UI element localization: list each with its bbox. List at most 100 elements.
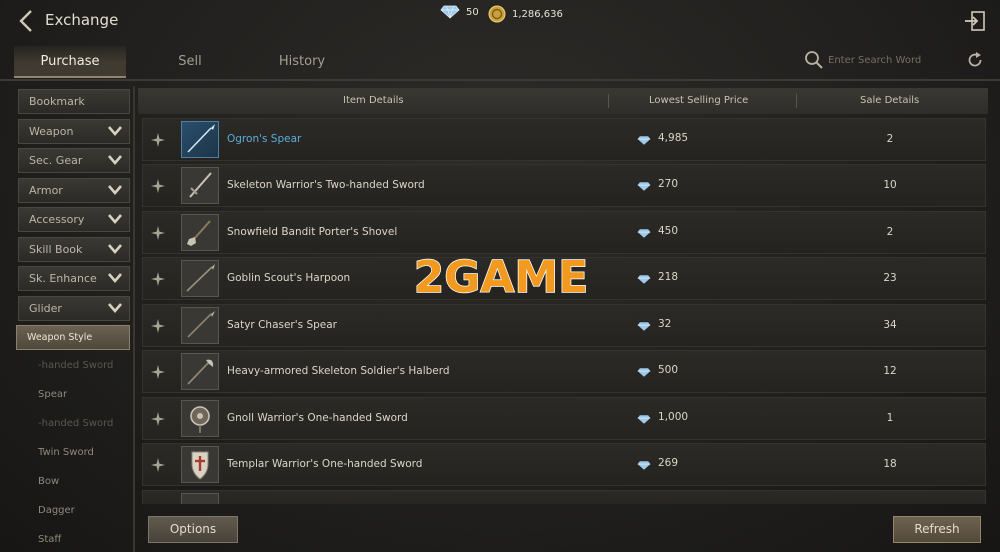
table-row[interactable]: [142, 489, 986, 504]
diamond-icon: [637, 275, 651, 284]
item-name: Templar Warrior's One-handed Sword: [227, 458, 423, 470]
subcategory-item[interactable]: Twin Sword: [18, 442, 130, 471]
halberd-icon: [187, 359, 214, 385]
sale-count: 18: [883, 458, 897, 470]
subcategory-item[interactable]: Bow: [18, 471, 130, 500]
diamond-count: 50: [466, 6, 479, 18]
bookmark-star-icon[interactable]: [151, 318, 165, 333]
category-label: Weapon: [29, 124, 74, 138]
subcategory-item[interactable]: Spear: [18, 384, 130, 413]
item-name: Gnoll Warrior's One-handed Sword: [227, 411, 408, 424]
item-price: 269: [658, 457, 679, 469]
category-label: Sk. Enhance: [29, 272, 97, 285]
item-thumbnail: [181, 446, 219, 483]
item-price: 270: [658, 178, 679, 190]
category-armor[interactable]: Armor: [18, 177, 130, 203]
item-name: Snowfield Bandit Porter's Shovel: [227, 225, 398, 238]
column-divider: [796, 94, 797, 108]
tab-history[interactable]: History: [246, 46, 358, 78]
item-price: 32: [658, 317, 672, 330]
top-bar: Exchange 50 1,286,636: [0, 0, 1000, 44]
chevron-down-icon: [108, 214, 122, 224]
item-thumbnail: [181, 167, 219, 204]
kite-shield-icon: [191, 451, 209, 480]
category-label: Sec. Gear: [29, 154, 83, 167]
table-row[interactable]: Skeleton Warrior's Two-handed Sword 270 …: [142, 164, 986, 207]
table-row[interactable]: Heavy-armored Skeleton Soldier's Halberd…: [142, 350, 986, 393]
category-label: Armor: [29, 183, 63, 197]
subcategory-item[interactable]: -handed Sword: [18, 413, 130, 442]
bookmark-star-icon[interactable]: [151, 225, 165, 240]
back-arrow-icon[interactable]: [16, 8, 38, 34]
category-accessory[interactable]: Accessory: [18, 207, 130, 232]
exit-icon[interactable]: [964, 10, 986, 32]
harpoon-icon: [186, 264, 215, 292]
item-price: 450: [658, 224, 679, 237]
table-row[interactable]: Gnoll Warrior's One-handed Sword 1,000 1: [142, 396, 986, 440]
category-sk-enhance[interactable]: Sk. Enhance: [18, 266, 130, 291]
search-input[interactable]: [828, 51, 960, 69]
bookmark-star-icon[interactable]: [151, 179, 165, 193]
bookmark-star-icon[interactable]: [151, 458, 165, 472]
sword-icon: [189, 172, 212, 198]
table-row[interactable]: Satyr Chaser's Spear 32 34: [142, 303, 986, 347]
diamond-icon: [637, 368, 651, 377]
gold-balance: 1,286,636: [488, 5, 563, 23]
search-icon[interactable]: [804, 50, 824, 70]
item-name: Goblin Scout's Harpoon: [227, 272, 351, 284]
tab-divider: [0, 79, 1000, 81]
column-item-details: Item Details: [343, 95, 404, 106]
category-sidebar: Bookmark Weapon Sec. Gear Armor Accessor…: [16, 89, 130, 552]
bookmark-star-icon[interactable]: [151, 272, 165, 286]
bookmark-star-icon[interactable]: [151, 411, 165, 426]
table-row[interactable]: Goblin Scout's Harpoon 218 23: [142, 257, 986, 300]
item-thumbnail: [181, 492, 219, 504]
category-label: Bookmark: [29, 95, 85, 108]
round-shield-icon: [190, 405, 210, 433]
chevron-down-icon: [108, 302, 122, 313]
search-bar: [800, 48, 988, 72]
chevron-down-icon: [108, 184, 122, 195]
item-price: 218: [658, 271, 679, 283]
item-price: 4,985: [658, 131, 689, 144]
options-button[interactable]: Options: [148, 516, 238, 543]
chevron-down-icon: [108, 125, 122, 136]
category-weapon-style[interactable]: Weapon Style: [16, 325, 130, 350]
diamond-icon: [637, 182, 651, 191]
bookmark-star-icon[interactable]: [151, 132, 165, 147]
category-skill-book[interactable]: Skill Book: [18, 236, 130, 262]
reset-search-icon[interactable]: [966, 51, 984, 69]
diamond-icon: [637, 228, 651, 238]
sale-count: 2: [886, 132, 894, 145]
bookmark-star-icon[interactable]: [151, 365, 165, 379]
item-name: Skeleton Warrior's Two-handed Sword: [227, 179, 425, 191]
listing-table: Item Details Lowest Selling Price Sale D…: [138, 88, 988, 504]
table-row[interactable]: Templar Warrior's One-handed Sword 269 1…: [142, 443, 986, 486]
item-name: Heavy-armored Skeleton Soldier's Halberd: [227, 365, 450, 377]
diamond-icon: [637, 414, 651, 424]
table-row[interactable]: Ogron's Spear 4,985 2: [142, 117, 986, 161]
sale-count: 2: [886, 225, 894, 238]
subcategory-item[interactable]: -handed Sword: [18, 355, 130, 384]
tab-sell[interactable]: Sell: [134, 46, 246, 78]
sidebar-divider: [133, 86, 135, 552]
item-thumbnail: [181, 306, 219, 344]
category-bookmark[interactable]: Bookmark: [18, 89, 130, 114]
tab-purchase[interactable]: Purchase: [14, 46, 126, 78]
item-price: 500: [658, 364, 679, 376]
diamond-icon: [637, 321, 651, 331]
sale-count: 10: [883, 179, 897, 191]
table-row[interactable]: Snowfield Bandit Porter's Shovel 450 2: [142, 210, 986, 254]
diamond-icon: [637, 135, 651, 145]
category-label: Skill Book: [29, 242, 83, 256]
spear-icon: [187, 310, 215, 338]
category-weapon[interactable]: Weapon: [18, 118, 130, 144]
diamond-icon: [637, 461, 651, 470]
category-label: Accessory: [29, 213, 85, 226]
category-sec-gear[interactable]: Sec. Gear: [18, 148, 130, 173]
item-thumbnail: [181, 260, 219, 297]
category-glider[interactable]: Glider: [18, 295, 130, 321]
sale-count: 34: [883, 318, 897, 331]
refresh-button[interactable]: Refresh: [893, 516, 981, 543]
diamond-icon: [440, 5, 460, 19]
